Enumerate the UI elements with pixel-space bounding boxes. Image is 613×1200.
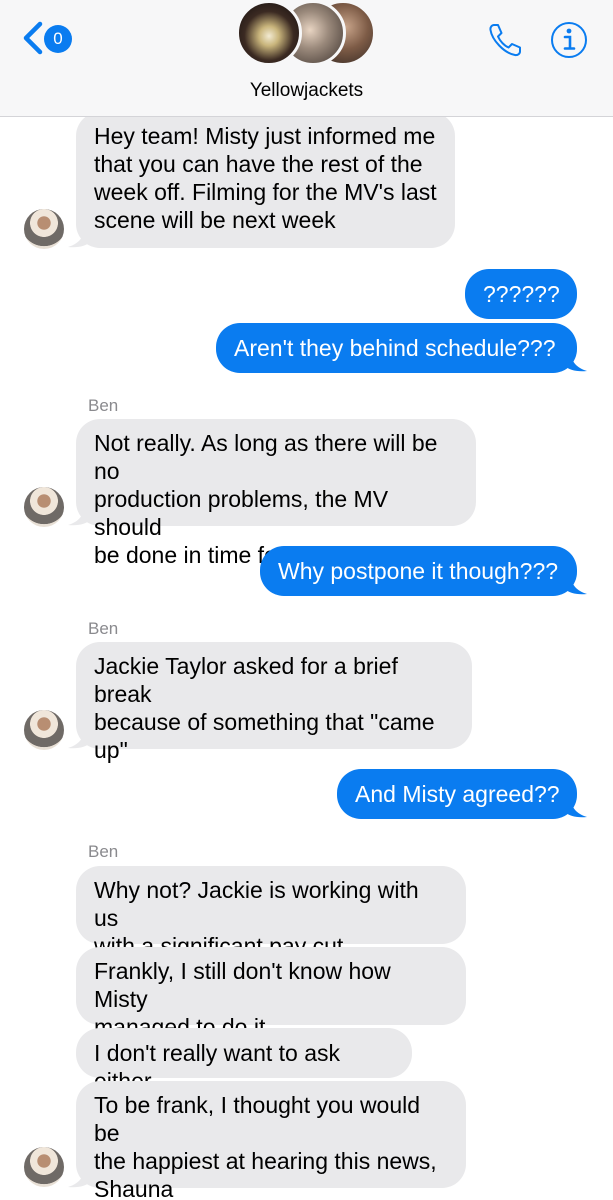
avatar[interactable] [24,1147,64,1187]
bubble-tail [565,352,587,372]
info-icon [551,22,587,58]
message-bubble-incoming[interactable]: Not really. As long as there will be no … [76,419,476,568]
sender-name: Ben [88,396,119,415]
avatar[interactable] [24,209,64,249]
bubble-tail [68,1168,90,1188]
conversation-title[interactable]: Yellowjackets [0,80,613,102]
sender-name: Ben [88,842,119,861]
sender-name: Ben [88,619,119,638]
avatar[interactable] [24,710,64,750]
bubble-tail [68,506,90,526]
chat-header: 0 Yellowjackets [0,0,613,117]
message-bubble-incoming[interactable]: Frankly, I still don't know how Misty ma… [76,947,466,1040]
group-avatar-stack[interactable] [236,0,378,68]
message-bubble-outgoing[interactable]: Aren't they behind schedule??? [216,323,577,373]
message-bubble-outgoing[interactable]: Why postpone it though??? [260,546,577,596]
unread-count-badge: 0 [44,25,72,53]
bubble-tail [565,575,587,595]
bubble-tail [68,729,90,749]
message-bubble-incoming[interactable]: Jackie Taylor asked for a brief break be… [76,642,472,763]
group-member-avatar [236,0,302,66]
chat-screen: 0 Yellowjackets Hey team! Misty just inf… [0,0,613,1200]
message-bubble-incoming[interactable]: Hey team! Misty just informed me that yo… [76,112,455,248]
message-bubble-incoming[interactable]: I don't really want to ask either [76,1028,412,1094]
message-bubble-incoming[interactable]: To be frank, I thought you would be the … [76,1081,466,1200]
avatar[interactable] [24,487,64,527]
message-bubble-outgoing[interactable]: ?????? [465,269,577,319]
message-bubble-outgoing[interactable]: And Misty agreed?? [337,769,577,819]
call-button[interactable] [486,20,526,60]
message-bubble-incoming[interactable]: Why not? Jackie is working with us with … [76,866,466,959]
phone-icon [489,24,521,57]
info-button[interactable] [549,20,589,60]
back-button[interactable]: 0 [18,18,74,58]
bubble-tail [565,798,587,818]
bubble-tail [68,228,90,248]
